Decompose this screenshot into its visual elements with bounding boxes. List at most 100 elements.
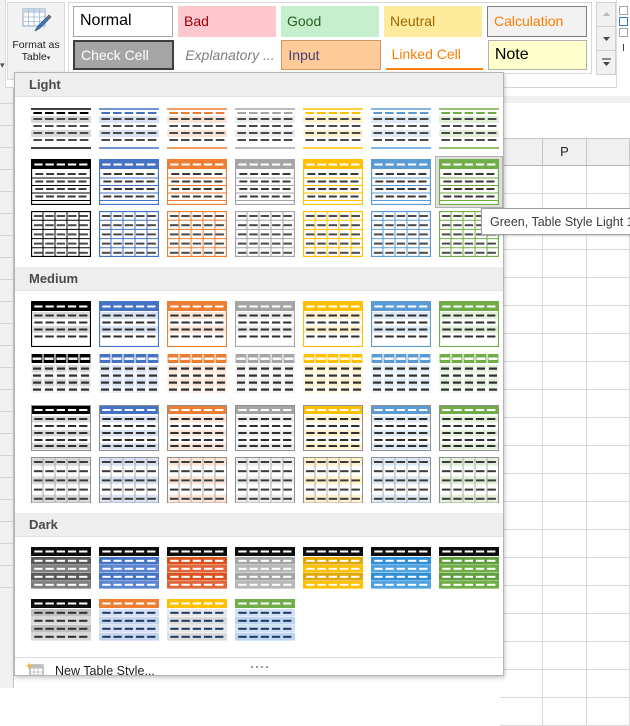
grid-cell[interactable]: [587, 642, 630, 670]
table-style-thumbnail[interactable]: [299, 156, 367, 208]
grid-cell[interactable]: [587, 586, 630, 614]
row-header[interactable]: [0, 390, 13, 412]
stub-icon-1[interactable]: [619, 6, 628, 15]
table-style-thumbnail[interactable]: [95, 156, 163, 208]
table-style-thumbnail[interactable]: [163, 596, 231, 648]
table-style-thumbnail[interactable]: [231, 544, 299, 596]
grid-cell[interactable]: [543, 670, 586, 698]
table-style-thumbnail[interactable]: [231, 596, 299, 648]
grid-cell[interactable]: [543, 614, 586, 642]
cell-styles-scroll-buttons[interactable]: [596, 2, 616, 74]
grid-cell[interactable]: [500, 166, 543, 194]
table-style-thumbnail[interactable]: [231, 208, 299, 260]
worksheet-row-headers[interactable]: [0, 60, 14, 688]
table-style-thumbnail[interactable]: [95, 596, 163, 648]
grid-cell[interactable]: [543, 306, 586, 334]
table-style-thumbnail[interactable]: [299, 208, 367, 260]
table-style-thumbnail[interactable]: [299, 104, 367, 156]
table-style-thumbnail[interactable]: [27, 156, 95, 208]
scroll-up-icon[interactable]: [596, 2, 616, 27]
table-style-thumbnail[interactable]: [367, 208, 435, 260]
cell-style-note[interactable]: Note: [488, 40, 587, 71]
grid-cell[interactable]: [500, 586, 543, 614]
table-style-thumbnail[interactable]: [299, 350, 367, 402]
table-style-thumbnail[interactable]: [27, 544, 95, 596]
table-style-thumbnail[interactable]: [163, 454, 231, 506]
table-style-thumbnail[interactable]: [163, 350, 231, 402]
table-style-thumbnail[interactable]: [95, 208, 163, 260]
table-style-thumbnail[interactable]: [367, 402, 435, 454]
table-style-thumbnail[interactable]: [27, 298, 95, 350]
grid-cell[interactable]: [500, 250, 543, 278]
stub-icon-3[interactable]: [619, 28, 628, 37]
adjacent-ribbon-group[interactable]: I: [616, 0, 630, 88]
table-style-thumbnail[interactable]: [435, 298, 503, 350]
grid-cell[interactable]: [543, 530, 586, 558]
grid-cell[interactable]: [500, 530, 543, 558]
grid-cell[interactable]: [500, 642, 543, 670]
row-header[interactable]: [0, 346, 13, 368]
table-style-thumbnail[interactable]: [95, 104, 163, 156]
grid-cell[interactable]: [587, 418, 630, 446]
grid-cell[interactable]: [543, 558, 586, 586]
grid-cell[interactable]: [500, 278, 543, 306]
table-style-thumbnail[interactable]: [435, 156, 503, 208]
table-style-thumbnail[interactable]: [95, 544, 163, 596]
grid-cell[interactable]: [587, 614, 630, 642]
grid-cell[interactable]: [500, 362, 543, 390]
cell-style-neutral[interactable]: Neutral: [384, 6, 482, 37]
grid-cell[interactable]: [587, 446, 630, 474]
cell-style-calculation[interactable]: Calculation: [487, 6, 587, 37]
table-style-thumbnail[interactable]: [95, 454, 163, 506]
table-style-thumbnail[interactable]: [231, 402, 299, 454]
table-style-thumbnail[interactable]: [27, 104, 95, 156]
more-styles-icon[interactable]: [596, 50, 616, 75]
grid-cell[interactable]: [543, 474, 586, 502]
grid-cell[interactable]: [500, 614, 543, 642]
table-style-thumbnail[interactable]: [435, 104, 503, 156]
stub-icon-2[interactable]: [619, 17, 628, 26]
chevron-down-icon[interactable]: ▾: [47, 55, 51, 62]
table-style-thumbnail[interactable]: [163, 104, 231, 156]
grid-cell[interactable]: [543, 250, 586, 278]
cell-style-explanatory[interactable]: Explanatory ...: [179, 40, 276, 71]
grid-cell[interactable]: [587, 670, 630, 698]
grid-cell[interactable]: [587, 250, 630, 278]
grid-cell[interactable]: [500, 390, 543, 418]
table-styles-dropdown[interactable]: LightMediumDark New Table Style...: [14, 72, 504, 676]
grid-cell[interactable]: [543, 278, 586, 306]
table-style-thumbnail[interactable]: [435, 454, 503, 506]
cell-style-input[interactable]: Input: [281, 40, 380, 71]
grid-cell[interactable]: [587, 474, 630, 502]
row-header[interactable]: [0, 434, 13, 456]
cell-style-good[interactable]: Good: [281, 6, 379, 37]
table-style-thumbnail[interactable]: [367, 156, 435, 208]
cell-style-linkedcell[interactable]: Linked Cell: [386, 40, 483, 71]
table-style-thumbnail[interactable]: [27, 208, 95, 260]
table-style-thumbnail[interactable]: [95, 350, 163, 402]
table-style-thumbnail[interactable]: [435, 350, 503, 402]
grid-cell[interactable]: [587, 334, 630, 362]
row-header[interactable]: [0, 302, 13, 324]
table-style-thumbnail[interactable]: [231, 298, 299, 350]
table-style-thumbnail[interactable]: [435, 402, 503, 454]
table-style-thumbnail[interactable]: [27, 596, 95, 648]
row-header[interactable]: [0, 478, 13, 500]
grid-cell[interactable]: [500, 558, 543, 586]
row-header[interactable]: [0, 522, 13, 544]
table-style-thumbnail[interactable]: [231, 454, 299, 506]
grid-cell[interactable]: [543, 334, 586, 362]
grid-cell[interactable]: [587, 390, 630, 418]
table-style-thumbnail[interactable]: [435, 544, 503, 596]
grid-cell[interactable]: [500, 446, 543, 474]
column-header[interactable]: [587, 139, 630, 165]
table-style-thumbnail[interactable]: [27, 402, 95, 454]
worksheet-column-headers[interactable]: P: [500, 138, 630, 166]
grid-cell[interactable]: [587, 306, 630, 334]
row-header[interactable]: [0, 368, 13, 390]
grid-cell[interactable]: [587, 558, 630, 586]
column-header[interactable]: [500, 139, 543, 165]
grid-cell[interactable]: [543, 362, 586, 390]
row-header[interactable]: [0, 104, 13, 126]
worksheet-cell-grid[interactable]: [500, 166, 630, 688]
